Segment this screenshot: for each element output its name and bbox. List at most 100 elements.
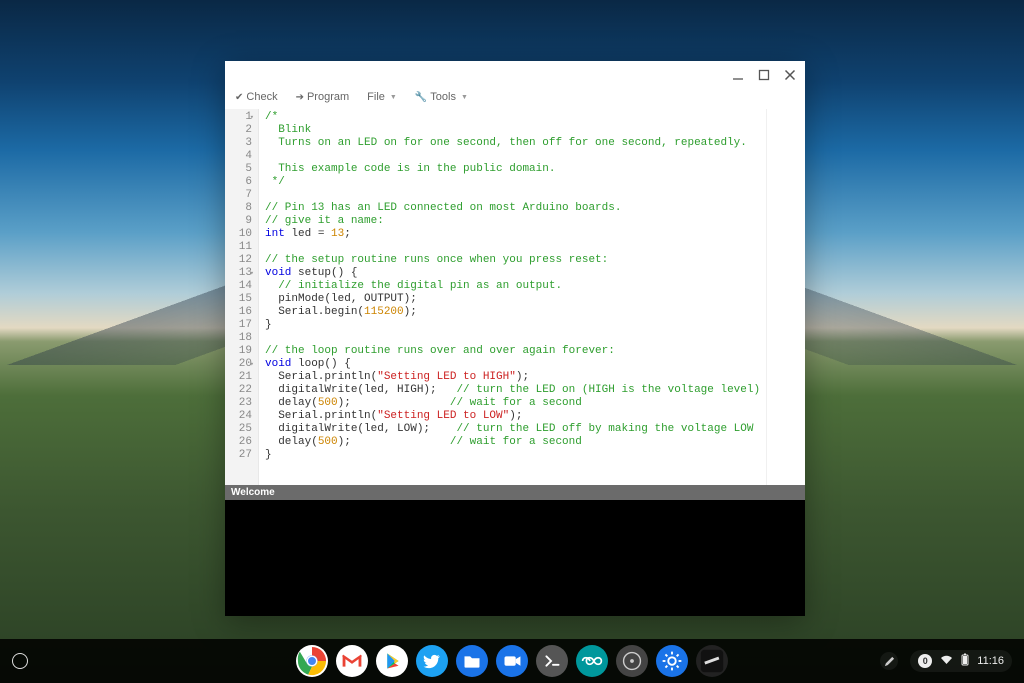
- code-line[interactable]: [265, 150, 760, 163]
- code-line[interactable]: Serial.println("Setting LED to LOW");: [265, 410, 760, 423]
- window-titlebar: [225, 61, 805, 89]
- file-menu[interactable]: File ▼: [367, 91, 397, 103]
- code-line[interactable]: Blink: [265, 124, 760, 137]
- line-number: 5: [229, 163, 252, 176]
- line-number: 7: [229, 189, 252, 202]
- code-line[interactable]: This example code is in the public domai…: [265, 163, 760, 176]
- line-number: 20: [229, 358, 252, 371]
- code-line[interactable]: delay(500); // wait for a second: [265, 397, 760, 410]
- arduino-icon[interactable]: [576, 645, 608, 677]
- code-line[interactable]: */: [265, 176, 760, 189]
- code-area[interactable]: /* Blink Turns on an LED on for one seco…: [259, 109, 766, 485]
- line-number: 15: [229, 293, 252, 306]
- code-line[interactable]: Turns on an LED on for one second, then …: [265, 137, 760, 150]
- tools-menu[interactable]: 🔧 Tools ▼: [415, 91, 468, 103]
- code-line[interactable]: void loop() {: [265, 358, 760, 371]
- code-line[interactable]: delay(500); // wait for a second: [265, 436, 760, 449]
- line-number: 19: [229, 345, 252, 358]
- code-line[interactable]: // initialize the digital pin as an outp…: [265, 280, 760, 293]
- line-number: 16: [229, 306, 252, 319]
- line-number: 22: [229, 384, 252, 397]
- status-bar: Welcome: [225, 485, 805, 500]
- code-line[interactable]: [265, 241, 760, 254]
- tools-label: Tools: [430, 91, 456, 103]
- file-label: File: [367, 91, 385, 103]
- music-icon[interactable]: [616, 645, 648, 677]
- gmail-icon[interactable]: [336, 645, 368, 677]
- battery-icon: [961, 653, 969, 669]
- line-number: 12: [229, 254, 252, 267]
- check-icon: ✔: [235, 92, 243, 103]
- line-number: 17: [229, 319, 252, 332]
- line-number: 23: [229, 397, 252, 410]
- chevron-down-icon: ▼: [461, 94, 468, 101]
- files-icon[interactable]: [456, 645, 488, 677]
- chrome-icon[interactable]: [296, 645, 328, 677]
- code-line[interactable]: // Pin 13 has an LED connected on most A…: [265, 202, 760, 215]
- code-line[interactable]: [265, 189, 760, 202]
- desktop: ✔ Check ➔ Program File ▼ 🔧 Tools ▼ 12345…: [0, 0, 1024, 683]
- play-store-icon[interactable]: [376, 645, 408, 677]
- line-number: 6: [229, 176, 252, 189]
- terminal-icon[interactable]: [536, 645, 568, 677]
- check-button[interactable]: ✔ Check: [235, 91, 278, 103]
- notification-count: 0: [918, 654, 932, 668]
- line-number: 25: [229, 423, 252, 436]
- line-number: 27: [229, 449, 252, 462]
- launcher-button[interactable]: [12, 653, 28, 669]
- line-number: 21: [229, 371, 252, 384]
- close-button[interactable]: [783, 68, 797, 82]
- code-line[interactable]: // the setup routine runs once when you …: [265, 254, 760, 267]
- output-console[interactable]: [225, 500, 805, 616]
- shelf-left: [12, 653, 28, 669]
- editor-right-margin: [766, 109, 805, 485]
- video-icon[interactable]: [496, 645, 528, 677]
- chevron-down-icon: ▼: [390, 94, 397, 101]
- code-editor[interactable]: 1234567891011121314151617181920212223242…: [225, 109, 805, 485]
- program-button[interactable]: ➔ Program: [296, 91, 350, 103]
- code-line[interactable]: }: [265, 319, 760, 332]
- code-line[interactable]: Serial.begin(115200);: [265, 306, 760, 319]
- shelf-apps: [296, 645, 728, 677]
- code-line[interactable]: int led = 13;: [265, 228, 760, 241]
- code-line[interactable]: pinMode(led, OUTPUT);: [265, 293, 760, 306]
- code-line[interactable]: void setup() {: [265, 267, 760, 280]
- line-gutter: 1234567891011121314151617181920212223242…: [225, 109, 259, 485]
- app-icon[interactable]: [696, 645, 728, 677]
- settings-icon[interactable]: [656, 645, 688, 677]
- line-number: 1: [229, 111, 252, 124]
- code-line[interactable]: // give it a name:: [265, 215, 760, 228]
- check-label: Check: [246, 91, 277, 103]
- line-number: 4: [229, 150, 252, 163]
- line-number: 2: [229, 124, 252, 137]
- code-line[interactable]: // the loop routine runs over and over a…: [265, 345, 760, 358]
- code-line[interactable]: digitalWrite(led, HIGH); // turn the LED…: [265, 384, 760, 397]
- line-number: 11: [229, 241, 252, 254]
- line-number: 26: [229, 436, 252, 449]
- code-line[interactable]: [265, 332, 760, 345]
- wifi-icon: [940, 655, 953, 668]
- taskbar: 0 11:16: [0, 639, 1024, 683]
- line-number: 14: [229, 280, 252, 293]
- code-line[interactable]: Serial.println("Setting LED to HIGH");: [265, 371, 760, 384]
- line-number: 8: [229, 202, 252, 215]
- line-number: 9: [229, 215, 252, 228]
- code-line[interactable]: }: [265, 449, 760, 462]
- clock: 11:16: [977, 655, 1004, 667]
- line-number: 18: [229, 332, 252, 345]
- line-number: 10: [229, 228, 252, 241]
- system-tray: 0 11:16: [880, 650, 1012, 672]
- code-line[interactable]: /*: [265, 111, 760, 124]
- line-number: 3: [229, 137, 252, 150]
- status-tray[interactable]: 0 11:16: [910, 650, 1012, 672]
- code-line[interactable]: digitalWrite(led, LOW); // turn the LED …: [265, 423, 760, 436]
- minimize-button[interactable]: [731, 68, 745, 82]
- twitter-icon[interactable]: [416, 645, 448, 677]
- stylus-icon[interactable]: [880, 652, 898, 670]
- status-text: Welcome: [231, 487, 275, 498]
- toolbar: ✔ Check ➔ Program File ▼ 🔧 Tools ▼: [225, 89, 805, 109]
- maximize-button[interactable]: [757, 68, 771, 82]
- program-label: Program: [307, 91, 349, 103]
- arrow-right-icon: ➔: [296, 92, 304, 103]
- line-number: 13: [229, 267, 252, 280]
